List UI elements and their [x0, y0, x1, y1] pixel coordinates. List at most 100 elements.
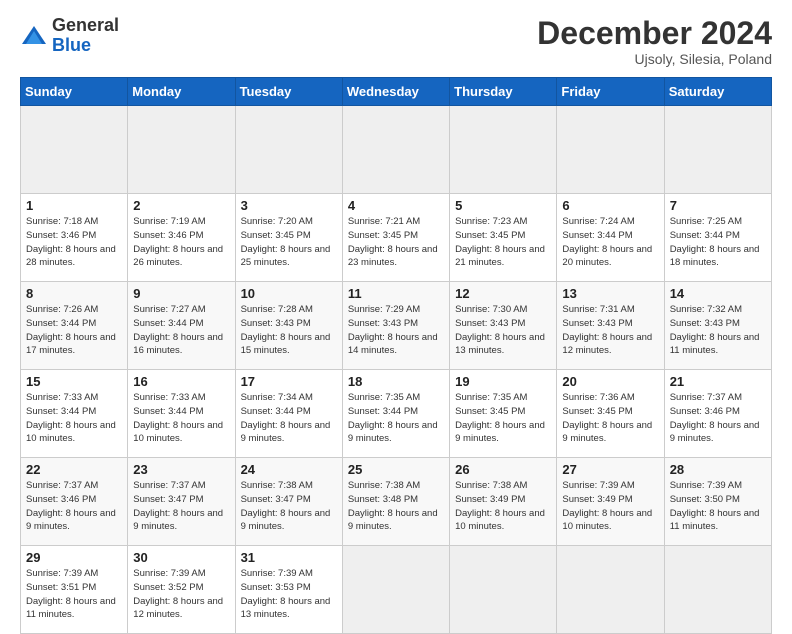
day-cell: 4 Sunrise: 7:21 AMSunset: 3:45 PMDayligh…: [342, 194, 449, 282]
day-cell: 31 Sunrise: 7:39 AMSunset: 3:53 PMDaylig…: [235, 546, 342, 634]
day-info: Sunrise: 7:23 AMSunset: 3:45 PMDaylight:…: [455, 215, 551, 270]
day-number: 22: [26, 462, 122, 477]
day-number: 14: [670, 286, 766, 301]
day-cell: 22 Sunrise: 7:37 AMSunset: 3:46 PMDaylig…: [21, 458, 128, 546]
day-number: 25: [348, 462, 444, 477]
day-cell: 28 Sunrise: 7:39 AMSunset: 3:50 PMDaylig…: [664, 458, 771, 546]
week-row-2: 8 Sunrise: 7:26 AMSunset: 3:44 PMDayligh…: [21, 282, 772, 370]
day-number: 20: [562, 374, 658, 389]
day-info: Sunrise: 7:39 AMSunset: 3:53 PMDaylight:…: [241, 567, 337, 622]
day-cell: [342, 546, 449, 634]
day-info: Sunrise: 7:24 AMSunset: 3:44 PMDaylight:…: [562, 215, 658, 270]
week-row-1: 1 Sunrise: 7:18 AMSunset: 3:46 PMDayligh…: [21, 194, 772, 282]
day-cell: [664, 106, 771, 194]
day-info: Sunrise: 7:30 AMSunset: 3:43 PMDaylight:…: [455, 303, 551, 358]
day-cell: 2 Sunrise: 7:19 AMSunset: 3:46 PMDayligh…: [128, 194, 235, 282]
day-cell: 30 Sunrise: 7:39 AMSunset: 3:52 PMDaylig…: [128, 546, 235, 634]
day-info: Sunrise: 7:39 AMSunset: 3:49 PMDaylight:…: [562, 479, 658, 534]
day-cell: [557, 106, 664, 194]
day-info: Sunrise: 7:33 AMSunset: 3:44 PMDaylight:…: [133, 391, 229, 446]
col-header-tuesday: Tuesday: [235, 78, 342, 106]
day-cell: 23 Sunrise: 7:37 AMSunset: 3:47 PMDaylig…: [128, 458, 235, 546]
day-number: 8: [26, 286, 122, 301]
day-info: Sunrise: 7:28 AMSunset: 3:43 PMDaylight:…: [241, 303, 337, 358]
day-cell: 24 Sunrise: 7:38 AMSunset: 3:47 PMDaylig…: [235, 458, 342, 546]
day-cell: [450, 546, 557, 634]
day-number: 28: [670, 462, 766, 477]
day-cell: 18 Sunrise: 7:35 AMSunset: 3:44 PMDaylig…: [342, 370, 449, 458]
location: Ujsoly, Silesia, Poland: [537, 51, 772, 67]
day-info: Sunrise: 7:25 AMSunset: 3:44 PMDaylight:…: [670, 215, 766, 270]
logo-icon: [20, 22, 48, 50]
week-row-5: 29 Sunrise: 7:39 AMSunset: 3:51 PMDaylig…: [21, 546, 772, 634]
day-info: Sunrise: 7:35 AMSunset: 3:44 PMDaylight:…: [348, 391, 444, 446]
logo: General Blue: [20, 16, 119, 56]
day-number: 9: [133, 286, 229, 301]
day-info: Sunrise: 7:36 AMSunset: 3:45 PMDaylight:…: [562, 391, 658, 446]
day-cell: 14 Sunrise: 7:32 AMSunset: 3:43 PMDaylig…: [664, 282, 771, 370]
day-number: 6: [562, 198, 658, 213]
col-header-wednesday: Wednesday: [342, 78, 449, 106]
day-cell: 17 Sunrise: 7:34 AMSunset: 3:44 PMDaylig…: [235, 370, 342, 458]
logo-text: General Blue: [52, 16, 119, 56]
day-number: 19: [455, 374, 551, 389]
day-info: Sunrise: 7:34 AMSunset: 3:44 PMDaylight:…: [241, 391, 337, 446]
day-number: 27: [562, 462, 658, 477]
day-cell: 1 Sunrise: 7:18 AMSunset: 3:46 PMDayligh…: [21, 194, 128, 282]
logo-general: General: [52, 15, 119, 35]
col-header-thursday: Thursday: [450, 78, 557, 106]
day-cell: [235, 106, 342, 194]
day-number: 18: [348, 374, 444, 389]
col-header-saturday: Saturday: [664, 78, 771, 106]
header: General Blue December 2024 Ujsoly, Siles…: [20, 16, 772, 67]
day-cell: 16 Sunrise: 7:33 AMSunset: 3:44 PMDaylig…: [128, 370, 235, 458]
logo-blue: Blue: [52, 35, 91, 55]
week-row-0: [21, 106, 772, 194]
day-cell: [21, 106, 128, 194]
day-info: Sunrise: 7:20 AMSunset: 3:45 PMDaylight:…: [241, 215, 337, 270]
day-info: Sunrise: 7:26 AMSunset: 3:44 PMDaylight:…: [26, 303, 122, 358]
day-info: Sunrise: 7:31 AMSunset: 3:43 PMDaylight:…: [562, 303, 658, 358]
day-cell: 20 Sunrise: 7:36 AMSunset: 3:45 PMDaylig…: [557, 370, 664, 458]
day-info: Sunrise: 7:37 AMSunset: 3:46 PMDaylight:…: [26, 479, 122, 534]
day-info: Sunrise: 7:39 AMSunset: 3:51 PMDaylight:…: [26, 567, 122, 622]
month-title: December 2024: [537, 16, 772, 51]
day-info: Sunrise: 7:27 AMSunset: 3:44 PMDaylight:…: [133, 303, 229, 358]
day-cell: 25 Sunrise: 7:38 AMSunset: 3:48 PMDaylig…: [342, 458, 449, 546]
day-number: 15: [26, 374, 122, 389]
day-info: Sunrise: 7:37 AMSunset: 3:46 PMDaylight:…: [670, 391, 766, 446]
day-number: 5: [455, 198, 551, 213]
day-number: 2: [133, 198, 229, 213]
day-cell: [128, 106, 235, 194]
day-cell: 21 Sunrise: 7:37 AMSunset: 3:46 PMDaylig…: [664, 370, 771, 458]
day-info: Sunrise: 7:33 AMSunset: 3:44 PMDaylight:…: [26, 391, 122, 446]
day-cell: 8 Sunrise: 7:26 AMSunset: 3:44 PMDayligh…: [21, 282, 128, 370]
calendar-table: SundayMondayTuesdayWednesdayThursdayFrid…: [20, 77, 772, 634]
day-info: Sunrise: 7:21 AMSunset: 3:45 PMDaylight:…: [348, 215, 444, 270]
day-cell: 19 Sunrise: 7:35 AMSunset: 3:45 PMDaylig…: [450, 370, 557, 458]
day-number: 21: [670, 374, 766, 389]
day-cell: [342, 106, 449, 194]
day-number: 11: [348, 286, 444, 301]
day-info: Sunrise: 7:32 AMSunset: 3:43 PMDaylight:…: [670, 303, 766, 358]
day-number: 24: [241, 462, 337, 477]
day-cell: 29 Sunrise: 7:39 AMSunset: 3:51 PMDaylig…: [21, 546, 128, 634]
col-header-monday: Monday: [128, 78, 235, 106]
day-info: Sunrise: 7:39 AMSunset: 3:52 PMDaylight:…: [133, 567, 229, 622]
day-number: 17: [241, 374, 337, 389]
day-number: 26: [455, 462, 551, 477]
day-number: 29: [26, 550, 122, 565]
day-number: 10: [241, 286, 337, 301]
day-number: 7: [670, 198, 766, 213]
day-number: 13: [562, 286, 658, 301]
day-cell: 5 Sunrise: 7:23 AMSunset: 3:45 PMDayligh…: [450, 194, 557, 282]
day-cell: 26 Sunrise: 7:38 AMSunset: 3:49 PMDaylig…: [450, 458, 557, 546]
day-number: 16: [133, 374, 229, 389]
day-info: Sunrise: 7:38 AMSunset: 3:47 PMDaylight:…: [241, 479, 337, 534]
day-cell: 15 Sunrise: 7:33 AMSunset: 3:44 PMDaylig…: [21, 370, 128, 458]
week-row-3: 15 Sunrise: 7:33 AMSunset: 3:44 PMDaylig…: [21, 370, 772, 458]
day-cell: 9 Sunrise: 7:27 AMSunset: 3:44 PMDayligh…: [128, 282, 235, 370]
week-row-4: 22 Sunrise: 7:37 AMSunset: 3:46 PMDaylig…: [21, 458, 772, 546]
day-info: Sunrise: 7:37 AMSunset: 3:47 PMDaylight:…: [133, 479, 229, 534]
day-info: Sunrise: 7:35 AMSunset: 3:45 PMDaylight:…: [455, 391, 551, 446]
